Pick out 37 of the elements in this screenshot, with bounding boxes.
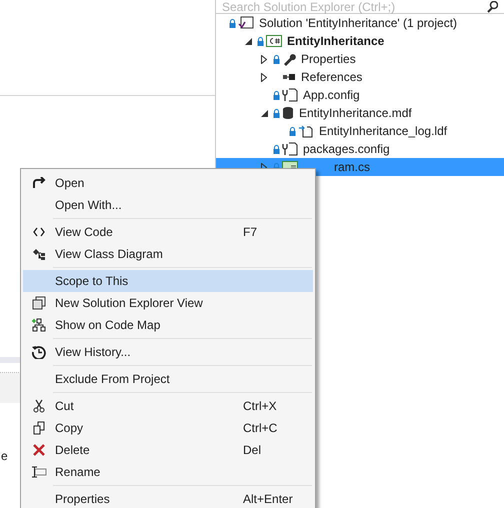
menu-item[interactable]: View History... (23, 341, 313, 363)
tree-item-label: App.config (303, 87, 360, 104)
tree-item-label: References (301, 69, 362, 86)
tree-item[interactable]: References (216, 68, 504, 86)
menu-item[interactable]: Copy Ctrl+C (23, 417, 313, 439)
shortcut-label: Ctrl+C (243, 420, 278, 437)
menu-item[interactable]: Rename (23, 461, 313, 483)
shortcut-label: Del (243, 442, 262, 459)
shortcut-label: Ctrl+X (243, 398, 278, 415)
tree-item-label: packages.config (303, 141, 390, 158)
tree-item-label: EntityInheritance (287, 33, 384, 50)
menu-item[interactable]: Show on Code Map (23, 314, 313, 336)
tree-item[interactable]: Solution 'EntityInheritance' (1 project) (216, 14, 504, 32)
tree-item[interactable]: App.config (216, 86, 504, 104)
tree-item[interactable]: EntityInheritance (216, 32, 504, 50)
menu-item[interactable]: Properties Alt+Enter (23, 488, 313, 508)
tree-item[interactable]: Properties (216, 50, 504, 68)
tree-item[interactable]: packages.config (216, 140, 504, 158)
tree-item-label: EntityInheritance.mdf (299, 105, 412, 122)
menu-item[interactable]: Exclude From Project (23, 368, 313, 390)
tree-item-label: ram.cs (334, 159, 370, 176)
search-field[interactable]: Search Solution Explorer (Ctrl+;) (216, 0, 504, 14)
tree-item-label: EntityInheritance_log.ldf (319, 123, 448, 140)
tree-item-label: Properties (301, 51, 356, 68)
partial-text: e (1, 448, 8, 464)
menu-item[interactable]: New Solution Explorer View (23, 292, 313, 314)
tree-item[interactable]: EntityInheritance_log.ldf (216, 122, 504, 140)
menu-item[interactable]: View Code F7 (23, 221, 313, 243)
tree-item[interactable]: EntityInheritance.mdf (216, 104, 504, 122)
menu-item[interactable]: View Class Diagram (23, 243, 313, 265)
menu-item[interactable]: Delete Del (23, 439, 313, 461)
shortcut-label: F7 (243, 224, 258, 241)
menu-item[interactable]: Open With... (23, 194, 313, 216)
menu-item[interactable]: Scope to This (23, 270, 313, 292)
menu-item[interactable]: Cut Ctrl+X (23, 395, 313, 417)
tree-item-label: Solution 'EntityInheritance' (1 project) (259, 15, 458, 32)
shortcut-label: Alt+Enter (243, 491, 294, 508)
